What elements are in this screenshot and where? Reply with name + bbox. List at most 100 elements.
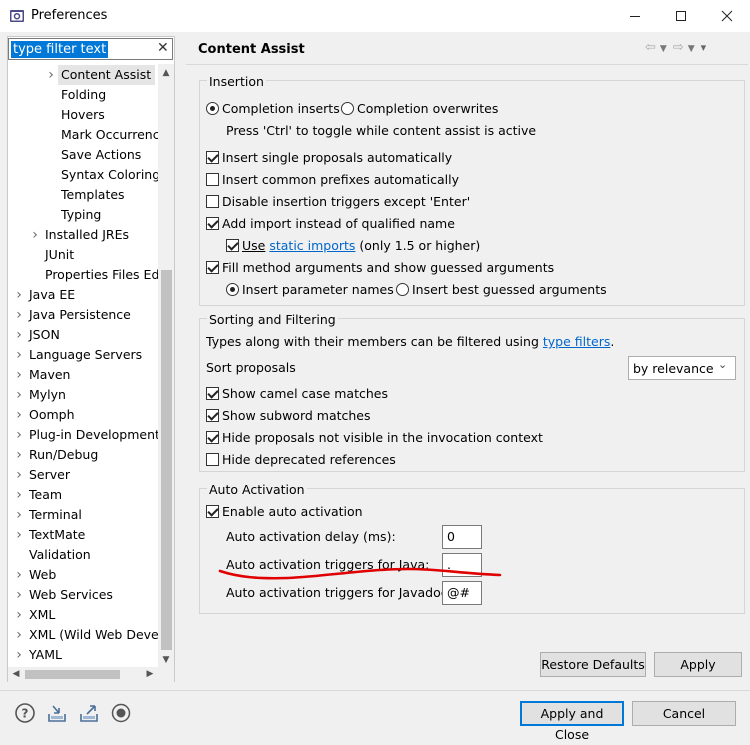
expand-arrow-icon[interactable]: › [15, 625, 23, 645]
forward-menu-chevron-icon[interactable]: ▼ [688, 44, 695, 54]
expand-arrow-icon[interactable]: › [15, 385, 23, 405]
tree-item[interactable]: Language Servers [26, 345, 142, 365]
completion-overwrites-radio[interactable] [341, 102, 354, 115]
hide-not-visible-checkbox[interactable] [206, 431, 219, 444]
expand-arrow-icon[interactable]: › [15, 605, 23, 625]
view-menu-icon[interactable]: ▾ [701, 41, 707, 54]
expand-arrow-icon[interactable]: › [15, 465, 23, 485]
camel-case-checkbox[interactable] [206, 387, 219, 400]
expand-arrow-icon[interactable]: › [15, 445, 23, 465]
maximize-button[interactable] [658, 0, 704, 32]
tree-item[interactable]: JUnit [42, 245, 74, 265]
tree-scroll-thumb[interactable] [161, 270, 172, 650]
expand-arrow-icon[interactable]: › [15, 305, 23, 325]
tree-item[interactable]: Maven [26, 365, 70, 385]
expand-arrow-icon[interactable]: › [15, 525, 23, 545]
preferences-tree: › Content Assist Folding Hovers Mark Occurre… [8, 64, 158, 668]
tree-hscroll-thumb[interactable] [25, 670, 120, 679]
disable-triggers-checkbox[interactable] [206, 195, 219, 208]
scroll-left-icon[interactable]: ◀ [8, 667, 24, 682]
hide-deprecated-checkbox[interactable] [206, 453, 219, 466]
restore-defaults-button[interactable]: Restore Defaults [540, 652, 646, 677]
tree-item[interactable]: Mark Occurrence [58, 125, 158, 145]
apply-and-close-button[interactable]: Apply and Close [520, 701, 624, 742]
tree-item[interactable]: XML [26, 605, 55, 625]
fill-method-checkbox[interactable] [206, 261, 219, 274]
add-import-checkbox[interactable] [206, 217, 219, 230]
filter-input-text[interactable]: type filter text [11, 41, 109, 58]
close-button[interactable] [704, 0, 750, 32]
tree-item[interactable]: Folding [58, 85, 106, 105]
tree-item[interactable]: Web [26, 565, 56, 585]
export-icon[interactable] [78, 702, 100, 724]
tree-item[interactable]: Run/Debug [26, 445, 98, 465]
completion-inserts-radio[interactable] [206, 102, 219, 115]
tree-item[interactable]: Server [26, 465, 70, 485]
expand-arrow-icon[interactable]: › [15, 405, 23, 425]
add-import-label: Add import instead of qualified name [222, 216, 455, 231]
apply-button[interactable]: Apply [654, 652, 742, 677]
tree-item[interactable]: Oomph [26, 405, 75, 425]
expand-arrow-icon[interactable]: › [15, 505, 23, 525]
tree-item[interactable]: Templates [58, 185, 125, 205]
expand-arrow-icon[interactable]: › [15, 325, 23, 345]
tree-item[interactable]: Installed JREs [42, 225, 129, 245]
insert-single-checkbox[interactable] [206, 151, 219, 164]
expand-arrow-icon[interactable]: › [31, 225, 39, 245]
cancel-button[interactable]: Cancel [632, 701, 736, 726]
expand-arrow-icon[interactable]: › [15, 645, 23, 665]
tree-item[interactable]: Hovers [58, 105, 105, 125]
use-static-imports-checkbox[interactable] [226, 239, 239, 252]
footer-divider [0, 690, 750, 691]
expand-arrow-icon[interactable]: › [15, 565, 23, 585]
insert-prefixes-checkbox[interactable] [206, 173, 219, 186]
completion-overwrites-label: Completion overwrites [357, 101, 499, 116]
tree-item[interactable]: XML (Wild Web Devel [26, 625, 158, 645]
insert-param-names-radio[interactable] [226, 283, 239, 296]
tree-item[interactable]: JSON [26, 325, 60, 345]
subword-checkbox[interactable] [206, 409, 219, 422]
tree-item[interactable]: Terminal [26, 505, 82, 525]
window-title: Preferences [31, 8, 108, 23]
tree-item[interactable]: Team [26, 485, 62, 505]
tree-item[interactable]: Content Assist [58, 65, 156, 85]
expand-arrow-icon[interactable]: › [15, 345, 23, 365]
expand-arrow-icon[interactable]: › [15, 365, 23, 385]
expand-arrow-icon[interactable]: › [15, 485, 23, 505]
delay-input[interactable]: 0 [442, 525, 482, 549]
record-icon[interactable] [110, 702, 132, 724]
insert-best-guessed-radio[interactable] [396, 283, 409, 296]
type-filters-link[interactable]: type filters [543, 334, 611, 349]
tree-item[interactable]: Properties Files Edi [42, 265, 158, 285]
expand-arrow-icon[interactable]: › [15, 425, 23, 445]
insert-param-names-label: Insert parameter names [242, 282, 394, 297]
tree-item[interactable]: YAML [26, 645, 62, 665]
subword-label: Show subword matches [222, 408, 371, 423]
static-imports-link[interactable]: static imports [269, 238, 355, 253]
back-arrow-icon[interactable]: ⇦ [645, 40, 656, 55]
enable-auto-activation-checkbox[interactable] [206, 505, 219, 518]
tree-item[interactable]: Syntax Coloring [58, 165, 158, 185]
tree-item[interactable]: Java Persistence [26, 305, 131, 325]
tree-item[interactable]: Plug-in Development [26, 425, 158, 445]
help-icon[interactable]: ? [14, 702, 36, 724]
import-icon[interactable] [46, 702, 68, 724]
scroll-right-icon[interactable]: ▶ [142, 667, 158, 682]
tree-item[interactable]: Typing [58, 205, 101, 225]
forward-arrow-icon[interactable]: ⇨ [673, 40, 684, 55]
minimize-button[interactable] [612, 0, 658, 32]
close-icon [721, 10, 733, 22]
back-menu-chevron-icon[interactable]: ▼ [660, 44, 667, 54]
expand-arrow-icon[interactable]: › [47, 65, 55, 85]
expand-arrow-icon[interactable]: › [15, 585, 23, 605]
tree-item[interactable]: Web Services [26, 585, 113, 605]
clear-filter-icon[interactable]: ✕ [157, 40, 169, 56]
tree-item[interactable]: Mylyn [26, 385, 66, 405]
tree-item[interactable]: Save Actions [58, 145, 141, 165]
tree-item[interactable]: Validation [26, 545, 91, 565]
tree-item[interactable]: TextMate [26, 525, 85, 545]
expand-arrow-icon[interactable]: › [15, 285, 23, 305]
scroll-up-icon[interactable]: ▲ [158, 64, 174, 82]
sort-proposals-value: by relevance [633, 361, 714, 376]
tree-item[interactable]: Java EE [26, 285, 75, 305]
